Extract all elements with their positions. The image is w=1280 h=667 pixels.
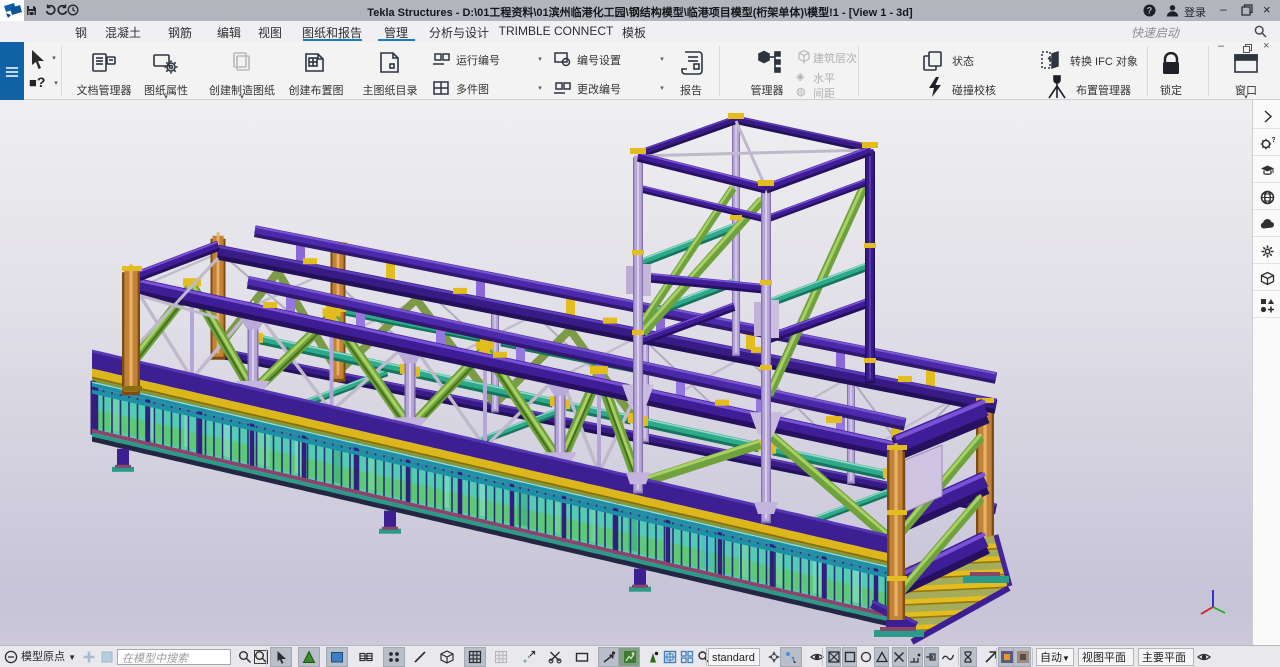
svg-text:?: ? — [1272, 137, 1276, 144]
svg-text:?: ? — [1147, 6, 1153, 16]
